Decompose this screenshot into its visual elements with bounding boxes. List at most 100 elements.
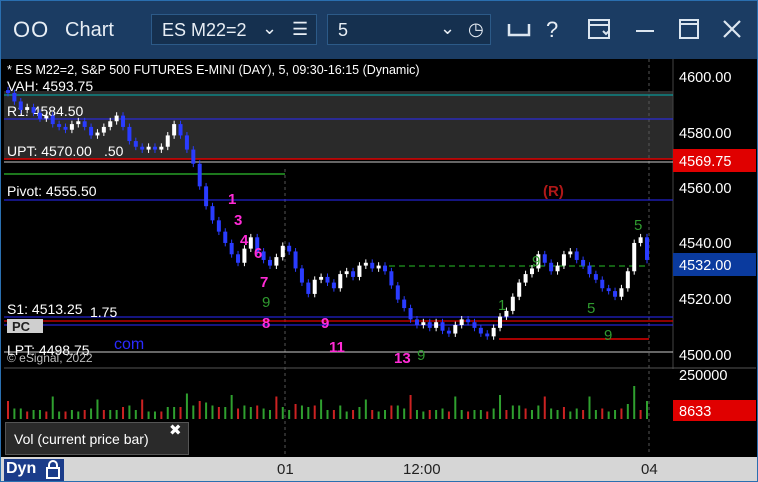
volume-bar: [530, 410, 533, 419]
volume-bar: [300, 405, 303, 419]
td-count-label: 9: [321, 315, 329, 332]
chevron-down-icon[interactable]: ⌄: [262, 18, 277, 39]
minimize-icon[interactable]: [631, 15, 659, 43]
price-bar: [638, 237, 643, 243]
chevron-down-icon[interactable]: ⌄: [440, 18, 455, 39]
help-button[interactable]: ?: [546, 17, 558, 43]
title-bar: OO Chart ES M22=2 ⌄ ☰ 5 ⌄ ◷ ?: [1, 1, 757, 59]
td-setup-label: 1: [498, 297, 506, 314]
price-bar: [69, 124, 74, 130]
price-bar: [613, 291, 618, 297]
template-icon[interactable]: [585, 15, 613, 43]
volume-tick: 250000: [679, 368, 727, 384]
dyn-label: Dyn: [6, 460, 37, 477]
pc-label: PC: [12, 319, 31, 334]
price-bar: [593, 274, 598, 280]
volume-bar: [160, 411, 163, 419]
price-chart[interactable]: VAH: 4593.75 R1: 4584.50 UPT: 4570.00 .5…: [4, 59, 756, 455]
volume-bar: [32, 410, 35, 419]
volume-bar: [122, 407, 125, 419]
price-bar: [6, 90, 10, 93]
close-icon[interactable]: [718, 15, 746, 43]
price-bar: [159, 146, 164, 150]
level-label-upt: UPT: 4570.00: [7, 143, 92, 159]
price-bar: [370, 262, 375, 269]
volume-bar: [205, 402, 208, 419]
volume-bar: [192, 405, 195, 419]
maximize-icon[interactable]: [675, 15, 703, 43]
price-bar: [12, 92, 17, 102]
clock-icon[interactable]: ◷: [468, 19, 484, 40]
price-bar: [453, 325, 458, 334]
volume-bar: [620, 408, 623, 419]
volume-bar: [358, 407, 361, 419]
volume-bar: [326, 410, 329, 419]
chart-header: * ES M22=2, S&P 500 FUTURES E-MINI (DAY)…: [7, 63, 420, 77]
price-bar: [306, 282, 311, 294]
price-bar: [299, 268, 304, 283]
volume-bar: [281, 407, 284, 419]
volume-bar: [70, 410, 73, 419]
link-icon[interactable]: [505, 15, 533, 43]
volume-bar: [332, 410, 335, 419]
volume-bar: [626, 404, 629, 419]
price-bar: [63, 126, 68, 130]
volume-bar: [134, 410, 137, 419]
price-bar: [229, 242, 234, 255]
lock-icon[interactable]: [44, 460, 62, 480]
price-bar: [216, 220, 221, 232]
price-bar: [581, 259, 586, 266]
td-count-label: 13: [394, 350, 411, 367]
price-bar: [600, 279, 605, 289]
price-axis: [673, 59, 756, 369]
volume-bar: [524, 408, 527, 419]
price-bar: [50, 115, 55, 125]
close-volume-study-button[interactable]: ✖: [169, 421, 182, 439]
volume-bar: [422, 411, 425, 419]
volume-bar: [7, 401, 9, 419]
price-bar: [446, 330, 451, 334]
volume-bar: [594, 410, 597, 419]
td-count-label: 8: [262, 315, 270, 332]
volume-bar: [575, 408, 578, 419]
volume-bar: [467, 411, 470, 419]
volume-bar: [403, 408, 406, 419]
price-bar: [178, 124, 183, 136]
menu-icon[interactable]: ☰: [292, 19, 308, 40]
volume-bar: [447, 411, 450, 419]
price-bar: [165, 135, 170, 147]
volume-bar: [217, 407, 220, 419]
level-label-overflow: .50: [104, 143, 124, 159]
volume-study-panel[interactable]: Vol (current price bar): [5, 422, 189, 455]
price-bar: [523, 274, 528, 283]
interval-value: 5: [338, 20, 349, 40]
interval-select[interactable]: 5 ⌄ ◷: [327, 14, 491, 45]
volume-bar: [51, 396, 54, 419]
volume-bar: [473, 410, 476, 419]
volume-bar: [211, 405, 214, 419]
symbol-select[interactable]: ES M22=2 ⌄ ☰: [151, 14, 317, 45]
price-bar: [542, 254, 547, 263]
td-count-label: 3: [234, 212, 242, 229]
price-bar: [140, 146, 145, 150]
price-bar: [587, 265, 592, 275]
price-bar: [18, 101, 23, 110]
dynamic-mode-button[interactable]: Dyn: [4, 459, 64, 481]
price-bar: [363, 262, 368, 266]
price-bar: [280, 245, 285, 258]
price-bar: [101, 126, 106, 133]
window-title: Chart: [65, 19, 114, 41]
price-bar: [89, 126, 94, 136]
com-watermark: com: [114, 336, 144, 353]
chart-window: OO Chart ES M22=2 ⌄ ☰ 5 ⌄ ◷ ? VAH: 4593.…: [0, 0, 758, 482]
level-label-pivot: Pivot: 4555.50: [7, 183, 97, 199]
time-tick: 04: [641, 461, 658, 478]
volume-bar: [262, 408, 265, 419]
price-bar: [434, 322, 439, 328]
price-bar: [466, 319, 471, 323]
price-bar: [146, 146, 151, 150]
price-bar: [517, 282, 522, 297]
volume-bar: [166, 407, 169, 419]
volume-bar: [153, 411, 156, 419]
volume-bar: [224, 407, 227, 419]
